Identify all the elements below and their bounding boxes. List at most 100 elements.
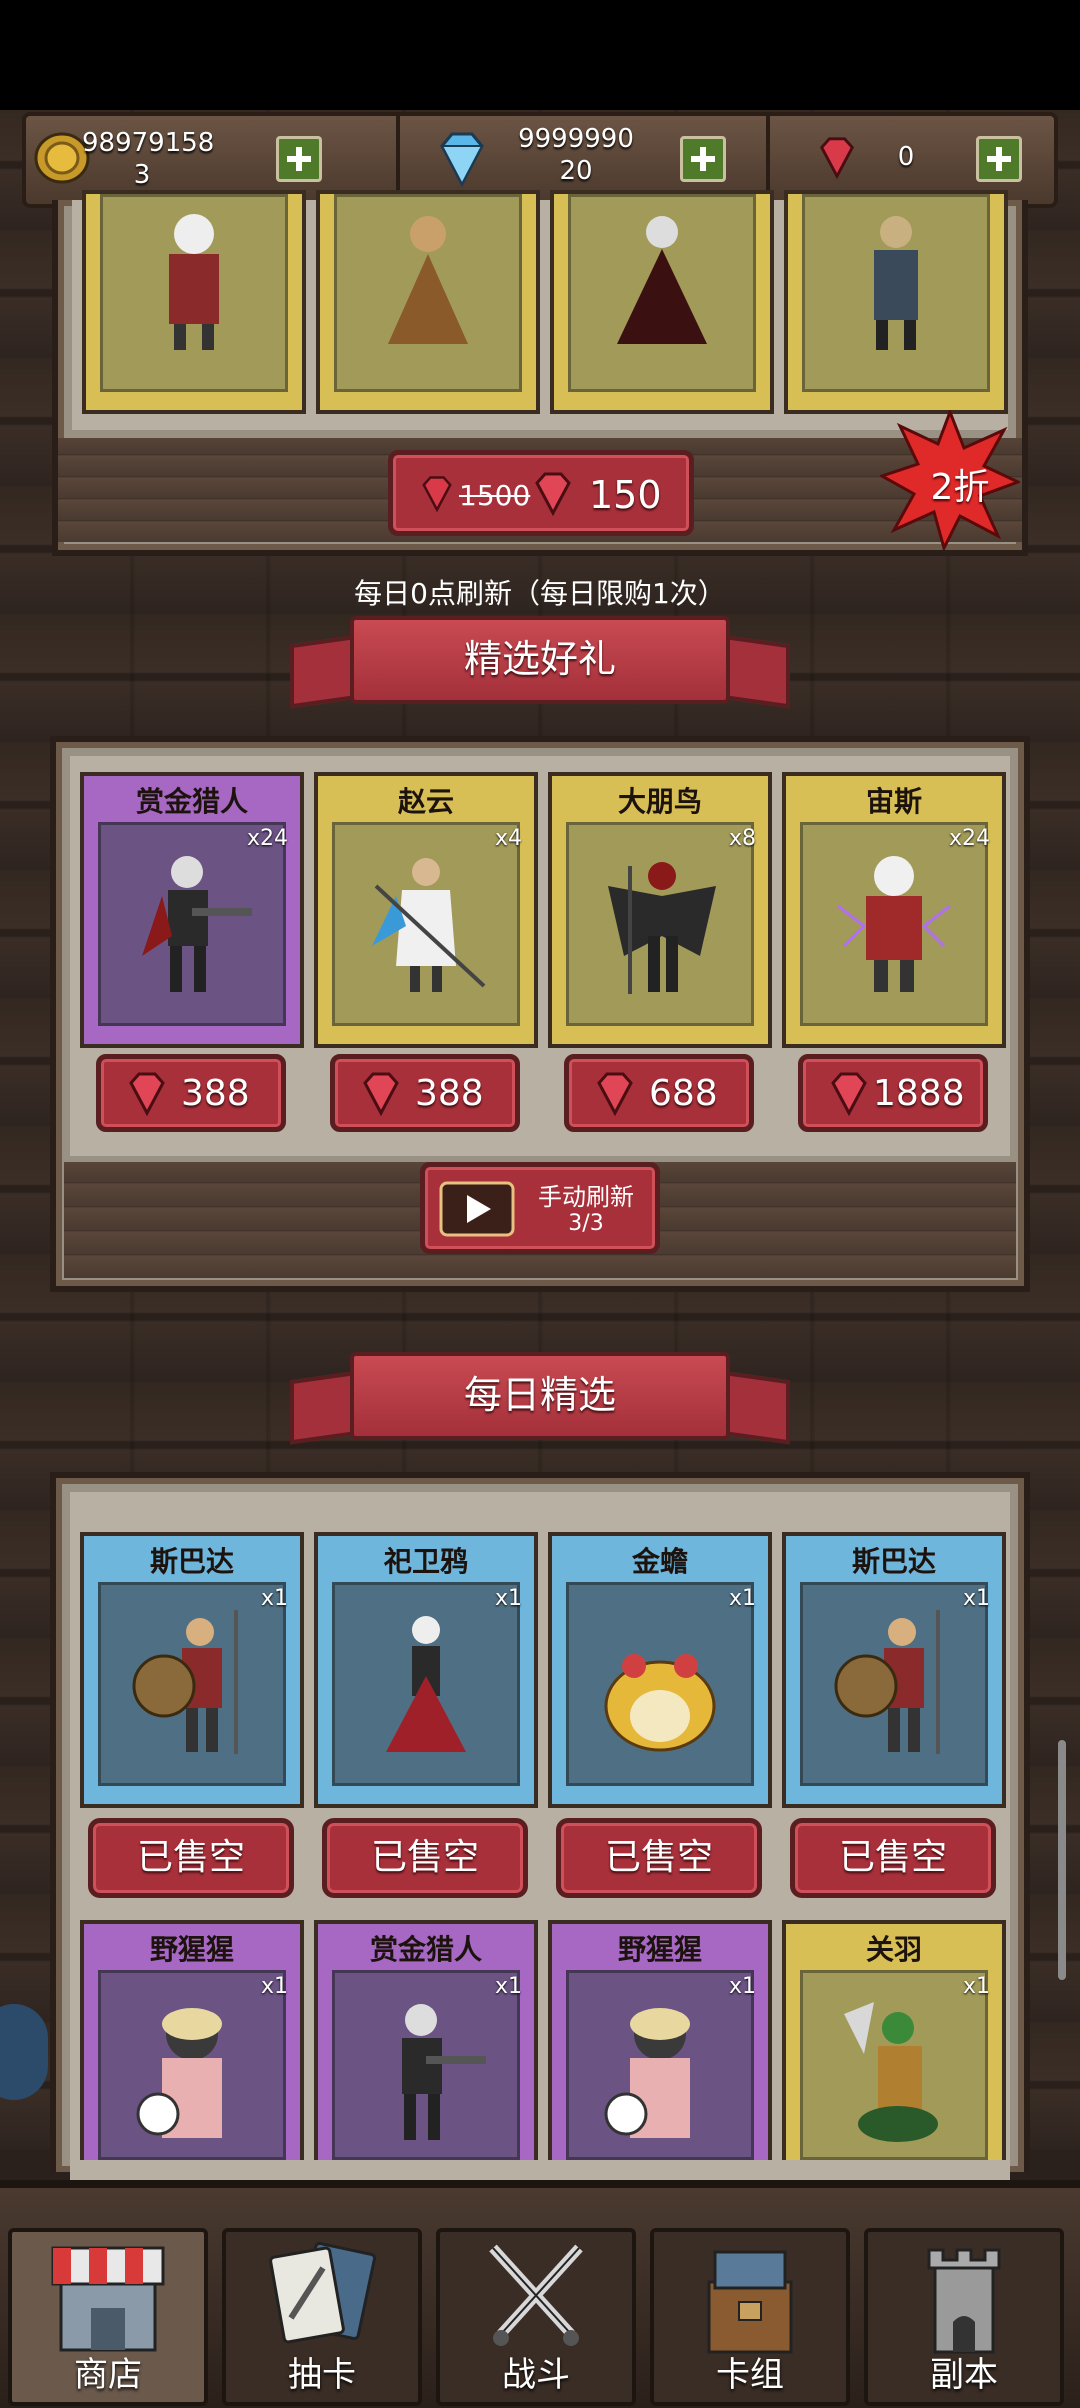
gold-add-button[interactable]	[276, 136, 322, 182]
offer-card-3[interactable]	[550, 190, 774, 414]
featured-buy-button[interactable]: 388	[330, 1054, 520, 1132]
diamond-add-button[interactable]	[680, 136, 726, 182]
zeus-figure	[837, 856, 951, 992]
diamond-value: 9999990	[518, 124, 634, 154]
sold-out-button[interactable]: 已售空	[322, 1818, 528, 1898]
nav-label: 副本	[930, 2355, 998, 2395]
daily-card[interactable]: 赏金猎人 x1	[314, 1920, 538, 2160]
nav-label: 战斗	[502, 2355, 570, 2395]
ruby-icon	[597, 1072, 633, 1117]
card-name: 宙斯	[865, 785, 922, 818]
status-bar-area	[0, 0, 1080, 110]
nav-label: 抽卡	[288, 2355, 356, 2395]
wild-gorilla-figure	[604, 2008, 690, 2138]
offer-card-1[interactable]	[82, 190, 306, 414]
wild-gorilla-figure	[136, 2008, 222, 2138]
price-value: 1888	[873, 1073, 965, 1114]
price-value: 388	[415, 1073, 484, 1114]
featured-buy-button[interactable]: 688	[564, 1054, 754, 1132]
featured-card[interactable]: 大朋鸟 x8	[548, 772, 772, 1048]
old-price: 1500	[459, 479, 531, 512]
nav-draw-card[interactable]: 抽卡	[222, 2228, 422, 2406]
ruby-icon	[129, 1072, 165, 1117]
tower-icon	[927, 2248, 1001, 2354]
bounty-hunter-figure	[142, 856, 252, 992]
manual-refresh-button[interactable]: 手动刷新 3/3	[420, 1162, 660, 1254]
daily-card[interactable]: 祀卫鸦 x1	[314, 1532, 538, 1808]
ruby-icon	[819, 137, 855, 180]
ruby-add-button[interactable]	[976, 136, 1022, 182]
special-offer-buy-button[interactable]: 1500 150	[388, 450, 694, 536]
nav-label: 商店	[74, 2355, 142, 2395]
offer-card-4[interactable]	[784, 190, 1008, 414]
card-name: 赵云	[397, 785, 454, 818]
nav-battle[interactable]: 战斗	[436, 2228, 636, 2406]
ruby-icon	[831, 1072, 867, 1117]
card-name: 赏金猎人	[369, 1933, 482, 1966]
card-quantity: x1	[962, 1974, 990, 1999]
daily-card[interactable]: 斯巴达 x1	[782, 1532, 1006, 1808]
card-deck-icon	[707, 2250, 793, 2354]
sold-out-button[interactable]: 已售空	[790, 1818, 996, 1898]
discount-label: 2折	[930, 467, 990, 508]
featured-card[interactable]: 赵云 x4	[314, 772, 538, 1048]
ruby-icon	[535, 472, 571, 517]
card-name: 野猩猩	[149, 1933, 234, 1966]
card-quantity: x1	[260, 1586, 288, 1611]
featured-card[interactable]: 宙斯 x24	[782, 772, 1006, 1048]
featured-card[interactable]: 赏金猎人 x24	[80, 772, 304, 1048]
hero-figure	[617, 216, 707, 344]
gold-sub-value: 3	[133, 160, 151, 190]
refresh-label: 手动刷新	[538, 1183, 634, 1211]
floating-assistant-button[interactable]	[0, 2004, 48, 2100]
hero-zeus-figure	[169, 214, 219, 350]
card-quantity: x1	[260, 1974, 288, 1999]
hero-figure	[388, 216, 468, 344]
diamond-sub-value: 20	[559, 156, 593, 186]
card-quantity: x1	[962, 1586, 990, 1611]
daily-title-ribbon: 每日精选	[290, 1352, 790, 1452]
nav-label: 卡组	[716, 2355, 784, 2395]
play-video-icon	[439, 1181, 515, 1237]
card-name: 野猩猩	[617, 1933, 702, 1966]
card-quantity: x8	[728, 826, 756, 851]
card-name: 赏金猎人	[135, 785, 248, 818]
daily-card[interactable]: 野猩猩 x1	[548, 1920, 772, 2160]
featured-title: 精选好礼	[350, 616, 730, 704]
price-value: 388	[181, 1073, 250, 1114]
card-name: 斯巴达	[149, 1545, 234, 1578]
featured-buy-button[interactable]: 388	[96, 1054, 286, 1132]
offer-card-2[interactable]	[316, 190, 540, 414]
hero-figure	[874, 216, 918, 350]
diamond-icon	[440, 132, 484, 188]
daily-card[interactable]: 金蟾 x1	[548, 1532, 772, 1808]
new-price: 150	[589, 473, 662, 517]
scrollbar[interactable]	[1058, 1740, 1066, 1980]
featured-title-ribbon: 精选好礼	[290, 616, 790, 716]
daily-title: 每日精选	[350, 1352, 730, 1440]
sold-out-button[interactable]: 已售空	[556, 1818, 762, 1898]
card-quantity: x24	[948, 826, 990, 851]
shop-icon	[51, 2246, 165, 2352]
card-quantity: x1	[728, 1586, 756, 1611]
card-name: 关羽	[865, 1933, 922, 1966]
card-name: 祀卫鸦	[383, 1545, 468, 1578]
daily-card[interactable]: 野猩猩 x1	[80, 1920, 304, 2160]
daily-card[interactable]: 斯巴达 x1	[80, 1532, 304, 1808]
sold-out-button[interactable]: 已售空	[88, 1818, 294, 1898]
zhao-yun-figure	[372, 858, 486, 992]
card-name: 大朋鸟	[617, 785, 702, 818]
card-name: 金蟾	[631, 1545, 688, 1578]
daily-card[interactable]: 关羽 x1	[782, 1920, 1006, 2160]
golden-toad-figure	[604, 1654, 716, 1752]
nav-deck[interactable]: 卡组	[650, 2228, 850, 2406]
price-value: 688	[649, 1073, 718, 1114]
nav-shop[interactable]: 商店	[8, 2228, 208, 2406]
ruby-icon	[363, 1072, 399, 1117]
featured-buy-button[interactable]: 1888	[798, 1054, 988, 1132]
card-quantity: x24	[246, 826, 288, 851]
card-quantity: x4	[494, 826, 522, 851]
card-name: 斯巴达	[851, 1545, 936, 1578]
refresh-note: 每日0点刷新（每日限购1次）	[354, 577, 726, 610]
nav-dungeon[interactable]: 副本	[864, 2228, 1064, 2406]
